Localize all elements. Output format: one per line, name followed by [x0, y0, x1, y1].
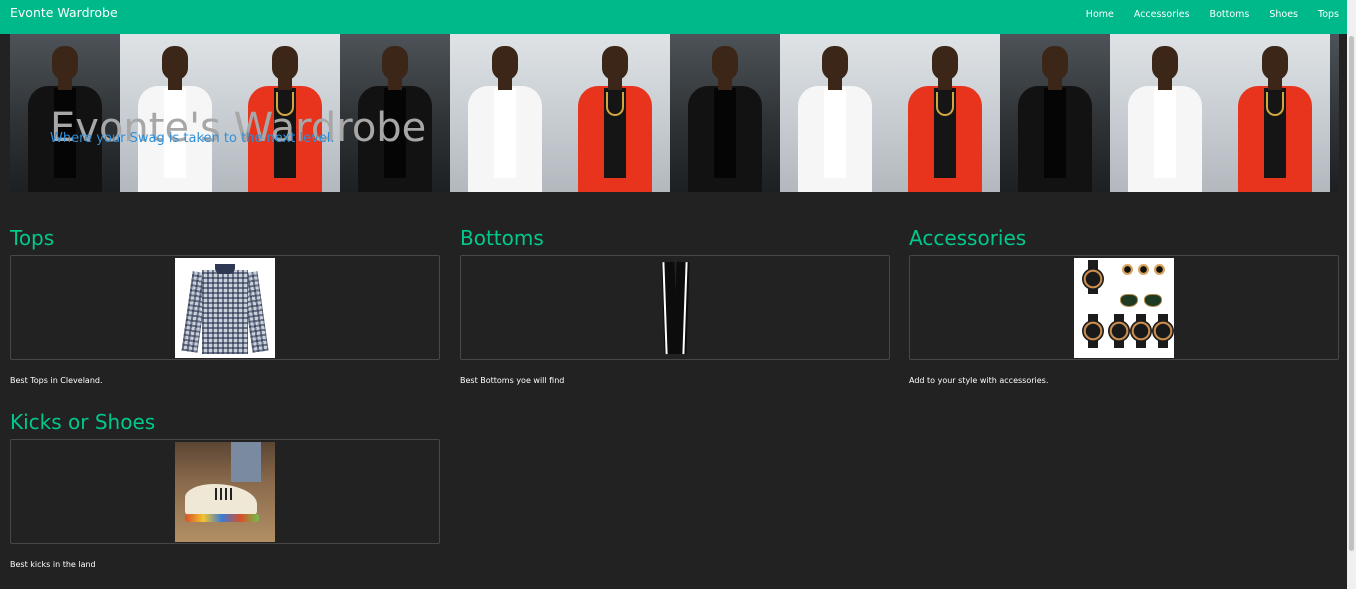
- hero-photo-tile: [1330, 34, 1339, 192]
- hero-subtitle: Where your Swag is taken to the next lev…: [50, 131, 335, 146]
- nav-link-bottoms[interactable]: Bottoms: [1210, 9, 1250, 20]
- caption-accessories: Add to your style with accessories.: [909, 376, 1049, 385]
- navbar-brand[interactable]: Evonte Wardrobe: [10, 5, 118, 20]
- section-heading-bottoms: Bottoms: [460, 226, 544, 250]
- hero-photo-tile: [890, 34, 1000, 192]
- nav-link-tops[interactable]: Tops: [1318, 9, 1339, 20]
- shirt-image[interactable]: [175, 258, 275, 358]
- thumbnail-shoes[interactable]: [10, 439, 440, 544]
- caption-shoes: Best kicks in the land: [10, 560, 96, 569]
- accessories-image[interactable]: [1074, 258, 1174, 358]
- hero-photo-tile: [1110, 34, 1220, 192]
- hero-jumbotron: Evonte's Wardrobe Where your Swag is tak…: [10, 34, 1339, 192]
- pants-image[interactable]: [625, 258, 725, 358]
- hero-photo-tile: [780, 34, 890, 192]
- section-heading-accessories: Accessories: [909, 226, 1027, 250]
- hero-photo-tile: [450, 34, 560, 192]
- thumbnail-accessories[interactable]: [909, 255, 1339, 360]
- hero-photo-tile: [1220, 34, 1330, 192]
- scrollbar[interactable]: [1347, 0, 1356, 589]
- nav-links: Home Accessories Bottoms Shoes Tops: [1086, 9, 1339, 20]
- hero-photo-tile: [560, 34, 670, 192]
- nav-link-home[interactable]: Home: [1086, 9, 1114, 20]
- nav-link-accessories[interactable]: Accessories: [1134, 9, 1190, 20]
- navbar: Evonte Wardrobe Home Accessories Bottoms…: [0, 0, 1347, 34]
- caption-tops: Best Tops in Cleveland.: [10, 376, 103, 385]
- caption-bottoms: Best Bottoms yoe will find: [460, 376, 565, 385]
- section-heading-tops: Tops: [10, 226, 55, 250]
- hero-photo-tile: [670, 34, 780, 192]
- thumbnail-tops[interactable]: [10, 255, 440, 360]
- thumbnail-bottoms[interactable]: [460, 255, 890, 360]
- scrollbar-thumb[interactable]: [1349, 36, 1354, 551]
- hero-photo-tile: [1000, 34, 1110, 192]
- section-heading-shoes: Kicks or Shoes: [10, 410, 156, 434]
- nav-link-shoes[interactable]: Shoes: [1269, 9, 1298, 20]
- shoe-image[interactable]: [175, 442, 275, 542]
